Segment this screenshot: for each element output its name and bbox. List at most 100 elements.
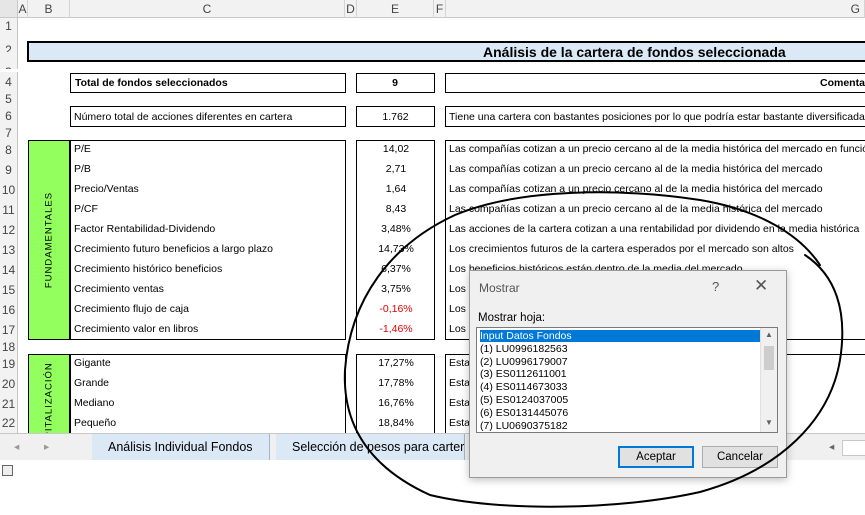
metric-label[interactable]: P/E bbox=[74, 143, 91, 156]
row-header[interactable]: 15 bbox=[0, 280, 18, 300]
column-header-b[interactable]: B bbox=[28, 0, 70, 18]
row-header[interactable]: 20 bbox=[0, 374, 18, 394]
select-all-corner[interactable] bbox=[0, 0, 18, 18]
metric-value[interactable]: 1,64 bbox=[358, 183, 434, 196]
row-header[interactable]: 16 bbox=[0, 300, 18, 320]
row-header[interactable]: 19 bbox=[0, 354, 18, 374]
column-header-e[interactable]: E bbox=[357, 0, 434, 18]
row-header[interactable]: 22 bbox=[0, 414, 18, 433]
listbox-scrollbar[interactable]: ▲ ▼ bbox=[760, 328, 777, 432]
total-value-cell[interactable]: 9 bbox=[356, 73, 435, 93]
metric-value[interactable]: 2,71 bbox=[358, 163, 434, 176]
metric-value[interactable]: -0,16% bbox=[358, 303, 434, 316]
row-header[interactable]: 1 bbox=[0, 18, 18, 35]
sheet-list-item[interactable]: (3) ES0112611001 bbox=[480, 368, 567, 380]
metric-label[interactable]: Precio/Ventas bbox=[74, 183, 139, 196]
metric-value[interactable]: 17,27% bbox=[358, 357, 434, 370]
sheet-list-item[interactable]: (4) ES0114673033 bbox=[480, 381, 567, 393]
sheet-list-item[interactable]: (6) ES0131445076 bbox=[480, 407, 568, 419]
metric-value[interactable]: 3,75% bbox=[358, 283, 434, 296]
row-header[interactable]: 8 bbox=[0, 140, 18, 160]
tab-analisis-individual[interactable]: Análisis Individual Fondos bbox=[92, 434, 270, 460]
scroll-up-icon[interactable]: ▲ bbox=[761, 330, 777, 339]
sheet-list-item[interactable]: (5) ES0124037005 bbox=[480, 394, 568, 406]
metric-value[interactable]: 14,02 bbox=[358, 143, 434, 156]
metric-label[interactable]: Grande bbox=[74, 377, 109, 390]
scroll-down-icon[interactable]: ▼ bbox=[761, 418, 777, 427]
row-header[interactable]: 14 bbox=[0, 260, 18, 280]
metric-comment[interactable]: Esta bbox=[449, 397, 470, 410]
comment-header-cell[interactable]: Comenta bbox=[445, 73, 865, 93]
total-label-cell[interactable]: Total de fondos seleccionados bbox=[70, 73, 346, 93]
metric-label[interactable]: Mediano bbox=[74, 397, 114, 410]
metric-comment[interactable]: Las compañías cotizan a un precio cercan… bbox=[449, 163, 823, 176]
row-header[interactable]: 3 bbox=[0, 52, 18, 69]
metric-label[interactable]: Factor Rentabilidad-Dividendo bbox=[74, 223, 215, 236]
row-header[interactable]: 12 bbox=[0, 220, 18, 240]
sheet-list-item[interactable]: (2) LU0996179007 bbox=[480, 356, 568, 368]
column-header-d[interactable]: D bbox=[345, 0, 357, 18]
row-header[interactable]: 7 bbox=[0, 126, 18, 140]
row-header[interactable]: 4 bbox=[0, 72, 18, 92]
cancelar-button[interactable]: Cancelar bbox=[702, 446, 778, 468]
metric-value[interactable]: 17,78% bbox=[358, 377, 434, 390]
column-header-g[interactable]: G bbox=[446, 0, 865, 18]
metric-label[interactable]: Crecimiento histórico beneficios bbox=[74, 263, 222, 276]
metric-label[interactable]: Crecimiento valor en libros bbox=[74, 323, 198, 336]
column-header-a[interactable]: A bbox=[18, 0, 28, 18]
macro-record-icon[interactable] bbox=[2, 465, 13, 476]
acciones-label-cell[interactable]: Número total de acciones diferentes en c… bbox=[70, 106, 346, 127]
help-icon[interactable]: ? bbox=[712, 279, 719, 294]
tab-seleccion-pesos[interactable]: Selección de pesos para carter bbox=[276, 434, 466, 460]
metric-comment[interactable]: Las acciones de la cartera cotizan a una… bbox=[449, 223, 859, 236]
metric-value[interactable]: 14,73% bbox=[358, 243, 434, 256]
metric-value[interactable]: -1,46% bbox=[358, 323, 434, 336]
metric-label[interactable]: Pequeño bbox=[74, 417, 116, 430]
row-header[interactable]: 6 bbox=[0, 106, 18, 126]
row-header[interactable]: 18 bbox=[0, 340, 18, 354]
row-header[interactable]: 5 bbox=[0, 92, 18, 106]
scroll-left-icon[interactable]: ◂ bbox=[829, 441, 834, 454]
metric-value[interactable]: 8,43 bbox=[358, 203, 434, 216]
column-header-c[interactable]: C bbox=[70, 0, 345, 18]
capitalizacion-band[interactable]: CAPITALIZACIÓN bbox=[28, 354, 70, 433]
row-header[interactable]: 2 bbox=[0, 35, 18, 52]
aceptar-button[interactable]: Aceptar bbox=[618, 446, 694, 468]
sheet-list-item[interactable]: Input Datos Fondos bbox=[480, 330, 762, 342]
metric-label[interactable]: Crecimiento futuro beneficios a largo pl… bbox=[74, 243, 273, 256]
row-header[interactable]: 13 bbox=[0, 240, 18, 260]
tab-scroll-left-icon[interactable]: ◂ bbox=[14, 441, 19, 454]
close-icon[interactable]: ✕ bbox=[754, 276, 768, 296]
metric-label[interactable]: Crecimiento ventas bbox=[74, 283, 164, 296]
metric-value[interactable]: 16,76% bbox=[358, 397, 434, 410]
row-header[interactable]: 21 bbox=[0, 394, 18, 414]
metric-label[interactable]: P/B bbox=[74, 163, 91, 176]
column-header-f[interactable]: F bbox=[434, 0, 446, 18]
row-header[interactable]: 9 bbox=[0, 160, 18, 180]
metric-label[interactable]: P/CF bbox=[74, 203, 98, 216]
metric-comment[interactable]: Las compañías cotizan a un precio cercan… bbox=[449, 183, 823, 196]
fundamentales-band[interactable]: FUNDAMENTALES bbox=[28, 140, 70, 340]
metric-comment[interactable]: Esta bbox=[449, 377, 470, 390]
acciones-comment-cell[interactable]: Tiene una cartera con bastantes posicion… bbox=[445, 106, 865, 127]
metric-label[interactable]: Crecimiento flujo de caja bbox=[74, 303, 189, 316]
metric-value[interactable]: 3,48% bbox=[358, 223, 434, 236]
metric-comment[interactable]: Los crecimientos futuros de la cartera e… bbox=[449, 243, 794, 256]
metric-label[interactable]: Gigante bbox=[74, 357, 111, 370]
metric-comment[interactable]: Las compañías cotizan a un precio cercan… bbox=[449, 143, 865, 156]
row-header[interactable]: 10 bbox=[0, 180, 18, 200]
metric-comment[interactable]: Las compañías cotizan a un precio cercan… bbox=[449, 203, 823, 216]
metric-value[interactable]: 6,37% bbox=[358, 263, 434, 276]
acciones-value-cell[interactable]: 1.762 bbox=[356, 106, 435, 127]
sheet-list-item[interactable]: (1) LU0996182563 bbox=[480, 343, 568, 355]
row-header[interactable]: 17 bbox=[0, 320, 18, 340]
tab-scroll-right-icon[interactable]: ▸ bbox=[44, 441, 49, 454]
row-header[interactable]: 11 bbox=[0, 200, 18, 220]
sheet-list-item[interactable]: (7) LU0690375182 bbox=[480, 420, 568, 432]
horizontal-scrollbar[interactable] bbox=[842, 440, 865, 456]
sheet-listbox[interactable]: Input Datos Fondos (1) LU0996182563 (2) LU… bbox=[476, 327, 778, 433]
metric-comment[interactable]: Esta bbox=[449, 357, 470, 370]
scroll-thumb[interactable] bbox=[764, 346, 774, 370]
metric-value[interactable]: 18,84% bbox=[358, 417, 434, 430]
metric-comment[interactable]: Esta bbox=[449, 417, 470, 430]
